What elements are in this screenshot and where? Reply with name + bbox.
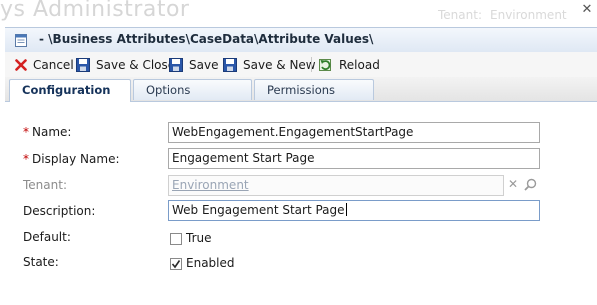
save-new-button[interactable]: Save & New: [223, 56, 316, 74]
display-name-field[interactable]: Engagement Start Page: [168, 148, 540, 169]
name-label: * Name:: [23, 125, 71, 139]
save-label: Save: [189, 58, 219, 72]
save-icon: [76, 58, 90, 72]
clear-icon: ✕: [508, 177, 519, 191]
tab-options[interactable]: Options: [133, 79, 252, 100]
text-cursor: [345, 203, 347, 216]
description-field[interactable]: Web Engagement Start Page: [168, 200, 540, 221]
background-app-title: ys Administrator: [0, 0, 190, 22]
default-label: Default:: [23, 230, 71, 244]
save-icon: [169, 58, 183, 72]
name-field[interactable]: WebEngagement.EngagementStartPage: [168, 122, 540, 143]
required-marker: *: [23, 152, 29, 166]
background-tenant-value: Environment: [490, 8, 567, 22]
display-name-label-text: Display Name:: [32, 152, 120, 166]
reload-icon: [319, 59, 331, 71]
state-checkbox-label: Enabled: [186, 256, 235, 270]
description-label: Description:: [23, 204, 96, 218]
state-label: State:: [23, 255, 59, 269]
cancel-button[interactable]: Cancel: [15, 56, 74, 74]
reload-label: Reload: [339, 58, 380, 72]
tenant-label: Tenant:: [23, 178, 67, 192]
tab-bar: Configuration Options Permissions: [5, 77, 597, 102]
save-button[interactable]: Save: [169, 56, 218, 74]
default-checkbox-label: True: [186, 231, 212, 245]
display-name-label: * Display Name:: [23, 152, 120, 166]
document-icon: [15, 34, 27, 47]
breadcrumb: - \Business Attributes\CaseData\Attribut…: [39, 32, 374, 46]
background-tenant-indicator: Tenant: Environment: [438, 8, 567, 22]
toolbar-separator: [311, 57, 312, 72]
save-close-label: Save & Close: [96, 58, 176, 72]
state-checkbox[interactable]: [170, 258, 182, 270]
required-marker: *: [23, 125, 29, 139]
cancel-label: Cancel: [33, 58, 74, 72]
cancel-icon: [15, 59, 27, 71]
close-icon[interactable]: ✕: [580, 3, 594, 17]
save-new-icon: [223, 58, 237, 72]
background-app-header: ys Administrator Tenant: Environment: [0, 0, 597, 30]
search-icon: [524, 178, 537, 191]
background-tenant-label: Tenant:: [438, 8, 482, 22]
save-close-button[interactable]: Save & Close: [76, 56, 175, 74]
default-checkbox[interactable]: [170, 233, 182, 245]
tab-configuration[interactable]: Configuration: [9, 79, 131, 102]
configuration-form: * Name: WebEngagement.EngagementStartPage…: [5, 102, 597, 305]
checkmark-icon: [171, 260, 181, 269]
dialog-title-bar: - \Business Attributes\CaseData\Attribut…: [5, 27, 597, 53]
save-new-label: Save & New: [243, 58, 316, 72]
tenant-field: Environment: [168, 175, 504, 196]
description-value: Web Engagement Start Page: [172, 203, 345, 217]
tab-permissions[interactable]: Permissions: [254, 79, 374, 100]
reload-button[interactable]: Reload: [319, 56, 380, 74]
toolbar: Cancel Save & Close Save Save & New Relo…: [5, 52, 597, 78]
name-label-text: Name:: [32, 125, 72, 139]
